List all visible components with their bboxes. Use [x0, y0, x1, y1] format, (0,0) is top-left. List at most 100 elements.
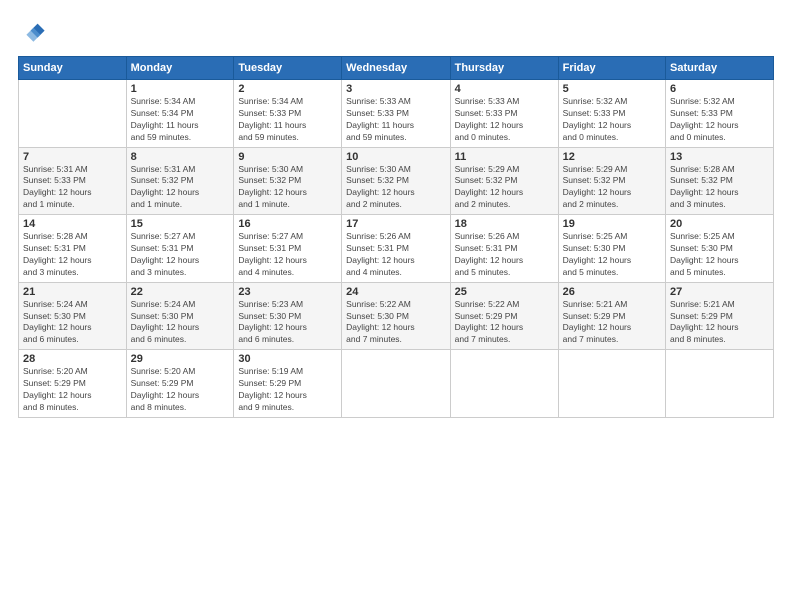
day-number: 4: [455, 83, 554, 95]
day-number: 14: [23, 218, 122, 230]
day-cell: 23Sunrise: 5:23 AM Sunset: 5:30 PM Dayli…: [234, 282, 342, 350]
day-cell: 17Sunrise: 5:26 AM Sunset: 5:31 PM Dayli…: [342, 215, 450, 283]
day-info: Sunrise: 5:27 AM Sunset: 5:31 PM Dayligh…: [238, 231, 337, 279]
day-number: 28: [23, 353, 122, 365]
day-info: Sunrise: 5:30 AM Sunset: 5:32 PM Dayligh…: [238, 164, 337, 212]
day-info: Sunrise: 5:30 AM Sunset: 5:32 PM Dayligh…: [346, 164, 445, 212]
day-info: Sunrise: 5:20 AM Sunset: 5:29 PM Dayligh…: [23, 366, 122, 414]
logo-icon: [18, 18, 46, 46]
day-info: Sunrise: 5:24 AM Sunset: 5:30 PM Dayligh…: [131, 299, 230, 347]
day-cell: 26Sunrise: 5:21 AM Sunset: 5:29 PM Dayli…: [558, 282, 665, 350]
day-cell: 12Sunrise: 5:29 AM Sunset: 5:32 PM Dayli…: [558, 147, 665, 215]
day-info: Sunrise: 5:21 AM Sunset: 5:29 PM Dayligh…: [670, 299, 769, 347]
day-info: Sunrise: 5:20 AM Sunset: 5:29 PM Dayligh…: [131, 366, 230, 414]
day-number: 2: [238, 83, 337, 95]
day-cell: 21Sunrise: 5:24 AM Sunset: 5:30 PM Dayli…: [19, 282, 127, 350]
day-info: Sunrise: 5:24 AM Sunset: 5:30 PM Dayligh…: [23, 299, 122, 347]
weekday-tuesday: Tuesday: [234, 57, 342, 80]
day-number: 10: [346, 151, 445, 163]
week-row-2: 7Sunrise: 5:31 AM Sunset: 5:33 PM Daylig…: [19, 147, 774, 215]
day-cell: 10Sunrise: 5:30 AM Sunset: 5:32 PM Dayli…: [342, 147, 450, 215]
week-row-4: 21Sunrise: 5:24 AM Sunset: 5:30 PM Dayli…: [19, 282, 774, 350]
day-info: Sunrise: 5:22 AM Sunset: 5:30 PM Dayligh…: [346, 299, 445, 347]
day-info: Sunrise: 5:26 AM Sunset: 5:31 PM Dayligh…: [455, 231, 554, 279]
day-number: 24: [346, 286, 445, 298]
day-number: 29: [131, 353, 230, 365]
day-info: Sunrise: 5:34 AM Sunset: 5:34 PM Dayligh…: [131, 96, 230, 144]
header: [18, 18, 774, 46]
day-info: Sunrise: 5:31 AM Sunset: 5:32 PM Dayligh…: [131, 164, 230, 212]
day-number: 18: [455, 218, 554, 230]
day-cell: 20Sunrise: 5:25 AM Sunset: 5:30 PM Dayli…: [666, 215, 774, 283]
day-number: 12: [563, 151, 661, 163]
day-number: 27: [670, 286, 769, 298]
day-cell: [558, 350, 665, 418]
day-number: 17: [346, 218, 445, 230]
day-cell: [19, 80, 127, 148]
day-number: 26: [563, 286, 661, 298]
day-info: Sunrise: 5:32 AM Sunset: 5:33 PM Dayligh…: [670, 96, 769, 144]
day-number: 6: [670, 83, 769, 95]
day-cell: 22Sunrise: 5:24 AM Sunset: 5:30 PM Dayli…: [126, 282, 234, 350]
day-cell: 9Sunrise: 5:30 AM Sunset: 5:32 PM Daylig…: [234, 147, 342, 215]
day-number: 9: [238, 151, 337, 163]
day-cell: 24Sunrise: 5:22 AM Sunset: 5:30 PM Dayli…: [342, 282, 450, 350]
day-cell: 11Sunrise: 5:29 AM Sunset: 5:32 PM Dayli…: [450, 147, 558, 215]
day-cell: 27Sunrise: 5:21 AM Sunset: 5:29 PM Dayli…: [666, 282, 774, 350]
day-number: 22: [131, 286, 230, 298]
day-info: Sunrise: 5:33 AM Sunset: 5:33 PM Dayligh…: [346, 96, 445, 144]
day-info: Sunrise: 5:27 AM Sunset: 5:31 PM Dayligh…: [131, 231, 230, 279]
day-info: Sunrise: 5:34 AM Sunset: 5:33 PM Dayligh…: [238, 96, 337, 144]
day-number: 5: [563, 83, 661, 95]
day-cell: 25Sunrise: 5:22 AM Sunset: 5:29 PM Dayli…: [450, 282, 558, 350]
day-info: Sunrise: 5:29 AM Sunset: 5:32 PM Dayligh…: [455, 164, 554, 212]
day-cell: 3Sunrise: 5:33 AM Sunset: 5:33 PM Daylig…: [342, 80, 450, 148]
calendar: SundayMondayTuesdayWednesdayThursdayFrid…: [18, 56, 774, 418]
day-number: 19: [563, 218, 661, 230]
day-cell: 19Sunrise: 5:25 AM Sunset: 5:30 PM Dayli…: [558, 215, 665, 283]
day-cell: 1Sunrise: 5:34 AM Sunset: 5:34 PM Daylig…: [126, 80, 234, 148]
day-info: Sunrise: 5:29 AM Sunset: 5:32 PM Dayligh…: [563, 164, 661, 212]
day-number: 20: [670, 218, 769, 230]
weekday-header-row: SundayMondayTuesdayWednesdayThursdayFrid…: [19, 57, 774, 80]
week-row-5: 28Sunrise: 5:20 AM Sunset: 5:29 PM Dayli…: [19, 350, 774, 418]
day-cell: 6Sunrise: 5:32 AM Sunset: 5:33 PM Daylig…: [666, 80, 774, 148]
day-info: Sunrise: 5:31 AM Sunset: 5:33 PM Dayligh…: [23, 164, 122, 212]
day-info: Sunrise: 5:26 AM Sunset: 5:31 PM Dayligh…: [346, 231, 445, 279]
day-cell: 2Sunrise: 5:34 AM Sunset: 5:33 PM Daylig…: [234, 80, 342, 148]
day-info: Sunrise: 5:33 AM Sunset: 5:33 PM Dayligh…: [455, 96, 554, 144]
weekday-sunday: Sunday: [19, 57, 127, 80]
day-cell: [342, 350, 450, 418]
day-cell: 14Sunrise: 5:28 AM Sunset: 5:31 PM Dayli…: [19, 215, 127, 283]
day-info: Sunrise: 5:22 AM Sunset: 5:29 PM Dayligh…: [455, 299, 554, 347]
day-info: Sunrise: 5:25 AM Sunset: 5:30 PM Dayligh…: [670, 231, 769, 279]
weekday-wednesday: Wednesday: [342, 57, 450, 80]
day-number: 23: [238, 286, 337, 298]
day-info: Sunrise: 5:19 AM Sunset: 5:29 PM Dayligh…: [238, 366, 337, 414]
day-cell: [666, 350, 774, 418]
day-cell: 15Sunrise: 5:27 AM Sunset: 5:31 PM Dayli…: [126, 215, 234, 283]
page: SundayMondayTuesdayWednesdayThursdayFrid…: [0, 0, 792, 612]
weekday-friday: Friday: [558, 57, 665, 80]
day-cell: 8Sunrise: 5:31 AM Sunset: 5:32 PM Daylig…: [126, 147, 234, 215]
day-info: Sunrise: 5:28 AM Sunset: 5:32 PM Dayligh…: [670, 164, 769, 212]
day-cell: 29Sunrise: 5:20 AM Sunset: 5:29 PM Dayli…: [126, 350, 234, 418]
day-info: Sunrise: 5:23 AM Sunset: 5:30 PM Dayligh…: [238, 299, 337, 347]
day-number: 3: [346, 83, 445, 95]
day-info: Sunrise: 5:21 AM Sunset: 5:29 PM Dayligh…: [563, 299, 661, 347]
day-number: 7: [23, 151, 122, 163]
day-number: 8: [131, 151, 230, 163]
day-cell: 18Sunrise: 5:26 AM Sunset: 5:31 PM Dayli…: [450, 215, 558, 283]
day-number: 11: [455, 151, 554, 163]
day-cell: 7Sunrise: 5:31 AM Sunset: 5:33 PM Daylig…: [19, 147, 127, 215]
day-number: 25: [455, 286, 554, 298]
day-cell: [450, 350, 558, 418]
day-number: 13: [670, 151, 769, 163]
weekday-monday: Monday: [126, 57, 234, 80]
day-cell: 28Sunrise: 5:20 AM Sunset: 5:29 PM Dayli…: [19, 350, 127, 418]
day-cell: 5Sunrise: 5:32 AM Sunset: 5:33 PM Daylig…: [558, 80, 665, 148]
weekday-saturday: Saturday: [666, 57, 774, 80]
day-number: 15: [131, 218, 230, 230]
day-number: 30: [238, 353, 337, 365]
day-cell: 13Sunrise: 5:28 AM Sunset: 5:32 PM Dayli…: [666, 147, 774, 215]
